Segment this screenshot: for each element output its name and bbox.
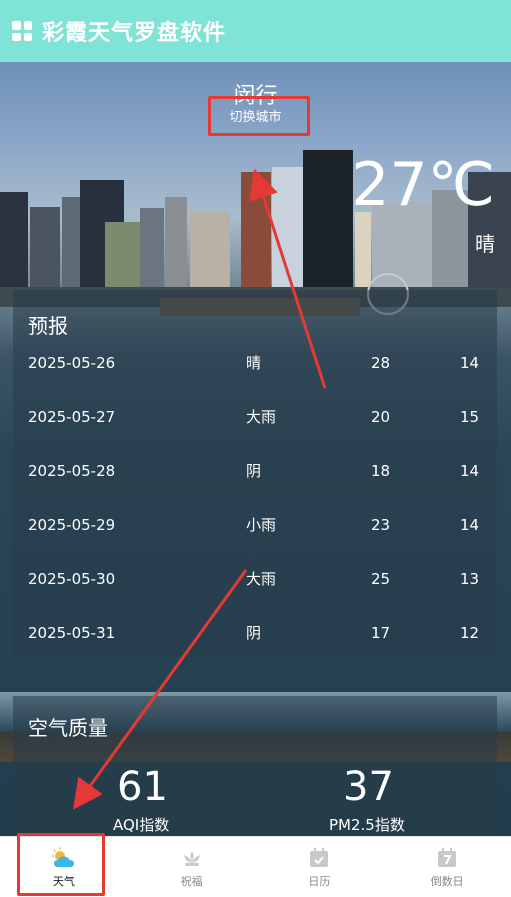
forecast-row: 2025-05-27 大雨 20 15 bbox=[28, 408, 480, 426]
forecast-row: 2025-05-29 小雨 23 14 bbox=[28, 516, 480, 534]
tab-countdown[interactable]: 倒数日 bbox=[383, 837, 511, 897]
forecast-row: 2025-05-30 大雨 25 13 bbox=[28, 570, 480, 588]
aqi-value: 61 bbox=[117, 764, 168, 810]
forecast-low: 13 bbox=[460, 570, 480, 588]
forecast-heading: 预报 bbox=[28, 314, 68, 338]
forecast-high: 20 bbox=[371, 408, 391, 426]
tab-calendar-label: 日历 bbox=[308, 874, 331, 888]
tab-weather-label: 天气 bbox=[52, 874, 75, 888]
forecast-high: 17 bbox=[371, 624, 391, 642]
countdown-icon bbox=[434, 846, 460, 870]
forecast-date: 2025-05-29 bbox=[28, 516, 116, 534]
bottom-tab-bar: 天气 祝福 日历 倒数日 bbox=[0, 836, 511, 897]
forecast-high: 23 bbox=[371, 516, 391, 534]
tab-blessing[interactable]: 祝福 bbox=[128, 837, 256, 897]
forecast-row: 2025-05-26 晴 28 14 bbox=[28, 354, 480, 372]
forecast-high: 28 bbox=[371, 354, 391, 372]
tab-calendar[interactable]: 日历 bbox=[256, 837, 384, 897]
forecast-high: 25 bbox=[371, 570, 391, 588]
app-grid-icon bbox=[12, 21, 32, 41]
current-temperature: 27℃ bbox=[351, 150, 495, 220]
forecast-low: 12 bbox=[460, 624, 480, 642]
pm25-label: PM2.5指数 bbox=[329, 816, 405, 834]
current-condition: 晴 bbox=[475, 232, 495, 256]
tab-countdown-label: 倒数日 bbox=[430, 874, 464, 888]
switch-city-highlight-box bbox=[208, 96, 310, 136]
tab-weather[interactable]: 天气 bbox=[0, 837, 128, 897]
tab-blessing-label: 祝福 bbox=[180, 874, 203, 888]
app-title: 彩霞天气罗盘软件 bbox=[42, 21, 227, 46]
forecast-row: 2025-05-31 阴 17 12 bbox=[28, 624, 480, 642]
forecast-date: 2025-05-30 bbox=[28, 570, 116, 588]
aqi-label: AQI指数 bbox=[113, 816, 170, 834]
forecast-card: 预报 2025-05-26 晴 28 14 2025-05-27 大雨 20 1… bbox=[13, 290, 497, 658]
forecast-low: 14 bbox=[460, 354, 480, 372]
forecast-date: 2025-05-31 bbox=[28, 624, 116, 642]
weather-scene: 闵行 切换城市 27℃ 晴 预报 2025-05-26 晴 28 14 2025… bbox=[0, 62, 511, 836]
forecast-low: 14 bbox=[460, 462, 480, 480]
forecast-row: 2025-05-28 阴 18 14 bbox=[28, 462, 480, 480]
weather-icon bbox=[51, 846, 77, 870]
forecast-date: 2025-05-27 bbox=[28, 408, 116, 426]
air-quality-card: 空气质量 61 AQI指数 37 PM2.5指数 bbox=[13, 696, 497, 836]
forecast-high: 18 bbox=[371, 462, 391, 480]
forecast-low: 15 bbox=[460, 408, 480, 426]
pm25-value: 37 bbox=[343, 764, 394, 810]
calendar-icon bbox=[306, 846, 332, 870]
app-bar: 彩霞天气罗盘软件 bbox=[0, 0, 511, 62]
forecast-date: 2025-05-26 bbox=[28, 354, 116, 372]
lotus-icon bbox=[179, 846, 205, 870]
forecast-date: 2025-05-28 bbox=[28, 462, 116, 480]
air-quality-heading: 空气质量 bbox=[28, 716, 108, 740]
forecast-low: 14 bbox=[460, 516, 480, 534]
